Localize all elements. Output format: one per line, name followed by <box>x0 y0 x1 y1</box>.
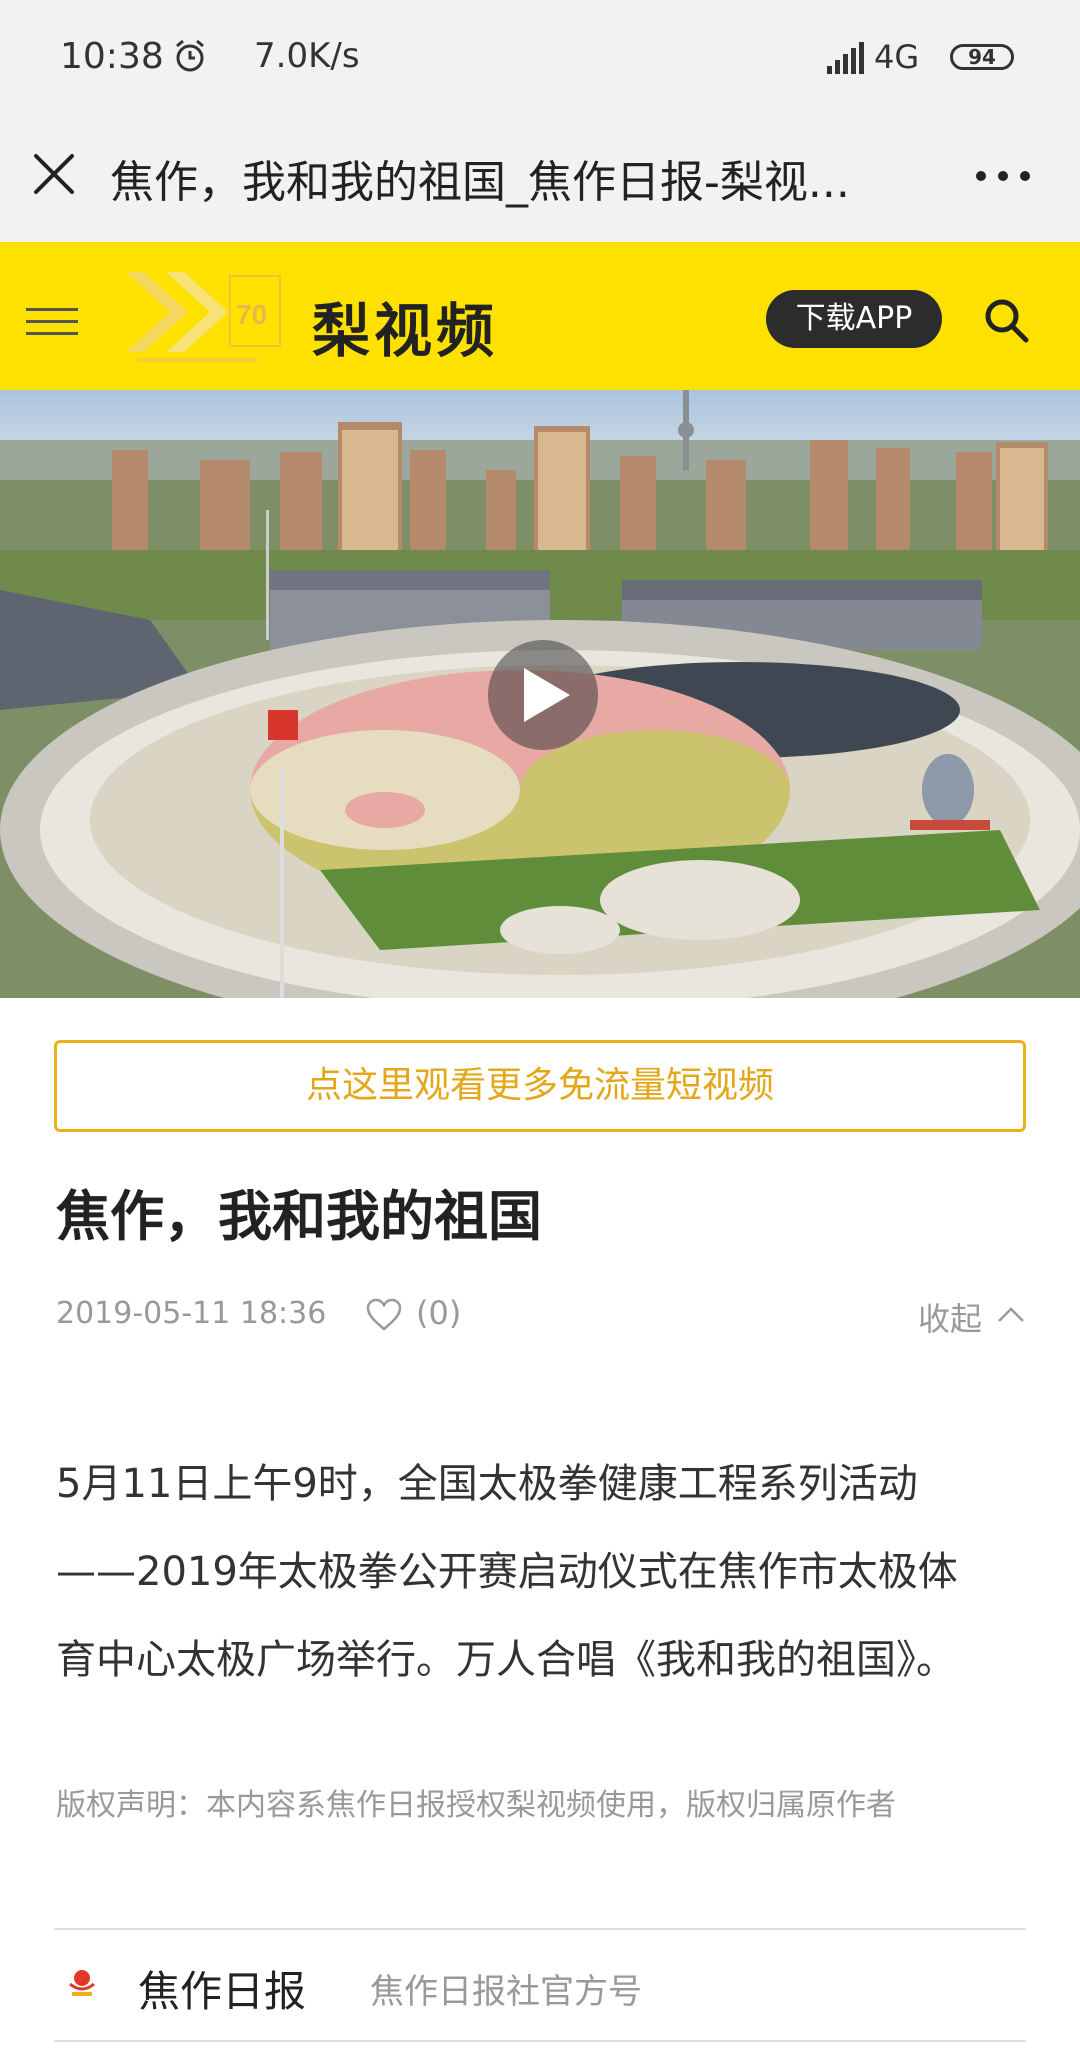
menu-icon[interactable] <box>26 306 78 338</box>
heart-icon[interactable] <box>366 1298 402 1332</box>
play-icon <box>524 668 570 722</box>
battery-level: 94 <box>968 45 996 69</box>
signal-icon <box>827 42 864 74</box>
publish-date: 2019-05-11 18:36 <box>56 1296 327 1331</box>
collapse-toggle[interactable]: 收起 <box>918 1294 982 1340</box>
article-title: 焦作，我和我的祖国 <box>56 1185 542 1248</box>
close-icon[interactable] <box>30 150 78 198</box>
brand-logo-icon: 70 <box>126 272 281 362</box>
article-body-line: ——2019年太极拳公开赛启动仪式在焦作市太极体 <box>56 1549 958 1595</box>
article-body: 5月11日上午9时，全国太极拳健康工程系列活动 ——2019年太极拳公开赛启动仪… <box>56 1440 1036 1704</box>
more-icon[interactable] <box>975 170 1031 182</box>
article-body-line: 5月11日上午9时，全国太极拳健康工程系列活动 <box>56 1461 918 1507</box>
divider <box>54 1928 1026 1930</box>
status-time: 10:38 <box>60 36 164 77</box>
source-logo-icon[interactable] <box>64 1964 100 2000</box>
status-bar: 10:38 7.0K/s 4G 94 <box>0 0 1080 118</box>
source-description: 焦作日报社官方号 <box>370 1972 642 2012</box>
like-count: (0) <box>416 1294 462 1332</box>
source-name[interactable]: 焦作日报 <box>138 1958 306 2019</box>
download-app-button[interactable]: 下载APP <box>766 290 942 348</box>
status-network-type: 4G <box>874 38 920 76</box>
brand-name[interactable]: 梨视频 <box>312 284 498 368</box>
status-network-speed: 7.0K/s <box>254 36 360 76</box>
battery-icon: 94 <box>950 44 1014 70</box>
page-title: 焦作，我和我的祖国_焦作日报-梨视... <box>110 157 850 208</box>
promo-button[interactable]: 点这里观看更多免流量短视频 <box>54 1040 1026 1132</box>
alarm-icon <box>176 39 204 72</box>
article-body-line: 育中心太极广场举行。万人合唱《我和我的祖国》。 <box>56 1637 956 1683</box>
chevron-up-icon[interactable] <box>996 1304 1026 1324</box>
divider <box>54 2040 1026 2042</box>
copyright-notice: 版权声明：本内容系焦作日报授权梨视频使用，版权归属原作者 <box>56 1788 896 1823</box>
search-icon[interactable] <box>982 296 1030 344</box>
svg-text:70: 70 <box>236 299 267 330</box>
